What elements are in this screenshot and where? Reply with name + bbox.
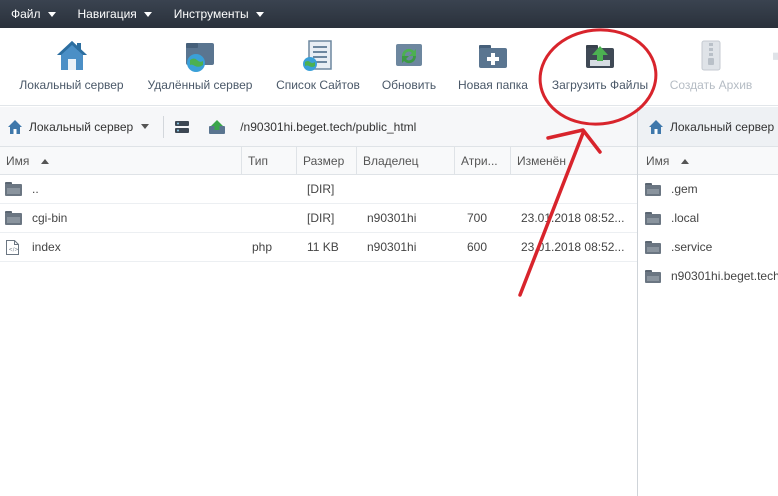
refresh-icon [396,44,422,66]
chevron-down-icon [47,11,56,17]
folder-icon [645,270,661,283]
menu-file[interactable]: Файл [0,0,67,28]
new-folder-button[interactable]: Новая папка [452,28,534,106]
column-modified-label: Изменён [517,154,566,168]
create-archive-label: Создать Архив [669,78,753,92]
table-row[interactable]: .. [DIR] [0,175,637,204]
file-name: .local [671,211,700,225]
folder-icon [645,241,661,254]
server-icon[interactable] [174,120,190,134]
file-attributes: 700 [467,211,488,225]
file-size: [DIR] [307,211,335,225]
php-file-icon: </> [6,240,19,255]
sort-ascending-icon [680,159,689,165]
left-location-dropdown[interactable]: Локальный сервер [29,120,133,134]
right-column-header: Имя [638,147,778,175]
sort-ascending-icon [40,159,49,165]
left-column-header: Имя Тип Размер Владелец Атри... Изменён [0,147,637,175]
column-size-label: Размер [303,154,345,168]
file-modified: 23.01.2018 08:52... [521,211,625,225]
right-address-bar: Локальный сервер [638,107,778,147]
file-name: .service [671,240,713,254]
local-server-label: Локальный сервер [19,78,124,92]
chevron-down-icon [143,11,152,17]
column-name[interactable]: Имя [0,147,242,175]
column-attributes-label: Атри... [461,154,498,168]
remote-server-label: Удалённый сервер [147,78,253,92]
create-archive-button[interactable]: Создать Архив [664,28,758,106]
extra-toolbar-button[interactable] [768,28,778,106]
refresh-label: Обновить [381,78,437,92]
column-owner[interactable]: Владелец [357,147,455,175]
menu-tools-label: Инструменты [173,7,249,21]
file-name: .. [32,182,39,196]
file-owner: n90301hi [367,211,417,225]
table-row[interactable]: cgi-bin [DIR] n90301hi 700 23.01.2018 08… [0,204,637,233]
column-modified[interactable]: Изменён [511,147,637,175]
panel-divider[interactable] [637,107,638,496]
column-owner-label: Владелец [363,154,419,168]
toolbar: Локальный сервер Удалённый сервер Список… [0,28,778,106]
file-attributes: 600 [467,240,488,254]
file-modified: 23.01.2018 08:52... [521,240,625,254]
upload-files-label: Загрузить Файлы [551,78,649,92]
site-list-label: Список Сайтов [276,78,360,92]
right-location-dropdown[interactable]: Локальный сервер [670,120,774,134]
column-attributes[interactable]: Атри... [455,147,511,175]
menu-navigation-label: Навигация [77,7,137,21]
file-manager-window: Файл Навигация Инструменты Локальный сер… [0,0,778,496]
column-type[interactable]: Тип [242,147,297,175]
upload-folder-icon[interactable] [208,119,226,135]
archive-icon [701,40,721,71]
file-name: cgi-bin [32,211,68,225]
menu-bar: Файл Навигация Инструменты [0,0,778,28]
upload-folder-icon [586,45,614,68]
folder-icon [645,183,661,196]
current-path[interactable]: /n90301hi.beget.tech/public_html [240,120,416,134]
file-type: php [252,240,273,254]
list-item[interactable]: .local [638,204,778,233]
menu-file-label: Файл [11,7,41,21]
site-list-icon [303,40,332,71]
menu-navigation[interactable]: Навигация [67,0,163,28]
upload-files-button[interactable]: Загрузить Файлы [545,28,655,106]
column-name-label: Имя [6,154,30,168]
left-address-bar: Локальный сервер /n90301hi.beget.tech/pu… [0,107,637,147]
remote-server-button[interactable]: Удалённый сервер [142,28,258,106]
list-item[interactable]: .service [638,233,778,262]
column-name[interactable]: Имя [638,147,778,175]
list-item[interactable]: n90301hi.beget.tech [638,262,778,291]
chevron-down-icon [255,11,264,17]
folder-icon [645,212,661,225]
folder-icon [5,211,22,225]
column-name-label: Имя [646,154,670,168]
file-name: n90301hi.beget.tech [671,269,778,283]
folder-icon [5,182,22,196]
house-icon [8,119,22,134]
file-size: [DIR] [307,182,335,196]
list-item[interactable]: .gem [638,175,778,204]
local-server-button[interactable]: Локальный сервер [14,28,129,106]
house-icon [649,119,663,134]
table-row[interactable]: </> index php 11 KB n90301hi 600 23.01.2… [0,233,637,262]
file-size: 11 KB [307,240,339,254]
new-folder-icon [479,45,507,68]
column-type-label: Тип [248,154,269,168]
column-size[interactable]: Размер [297,147,357,175]
refresh-button[interactable]: Обновить [376,28,442,106]
menu-tools[interactable]: Инструменты [163,0,275,28]
globe-folder-icon [186,43,214,72]
site-list-button[interactable]: Список Сайтов [272,28,364,106]
svg-text:</>: </> [9,247,19,253]
file-owner: n90301hi [367,240,417,254]
clipped-icon [773,52,778,60]
file-name: index [32,240,61,254]
address-divider [163,115,165,138]
file-name: .gem [671,182,698,196]
new-folder-label: Новая папка [458,78,528,92]
house-icon [56,41,87,70]
chevron-down-icon[interactable] [141,124,150,129]
